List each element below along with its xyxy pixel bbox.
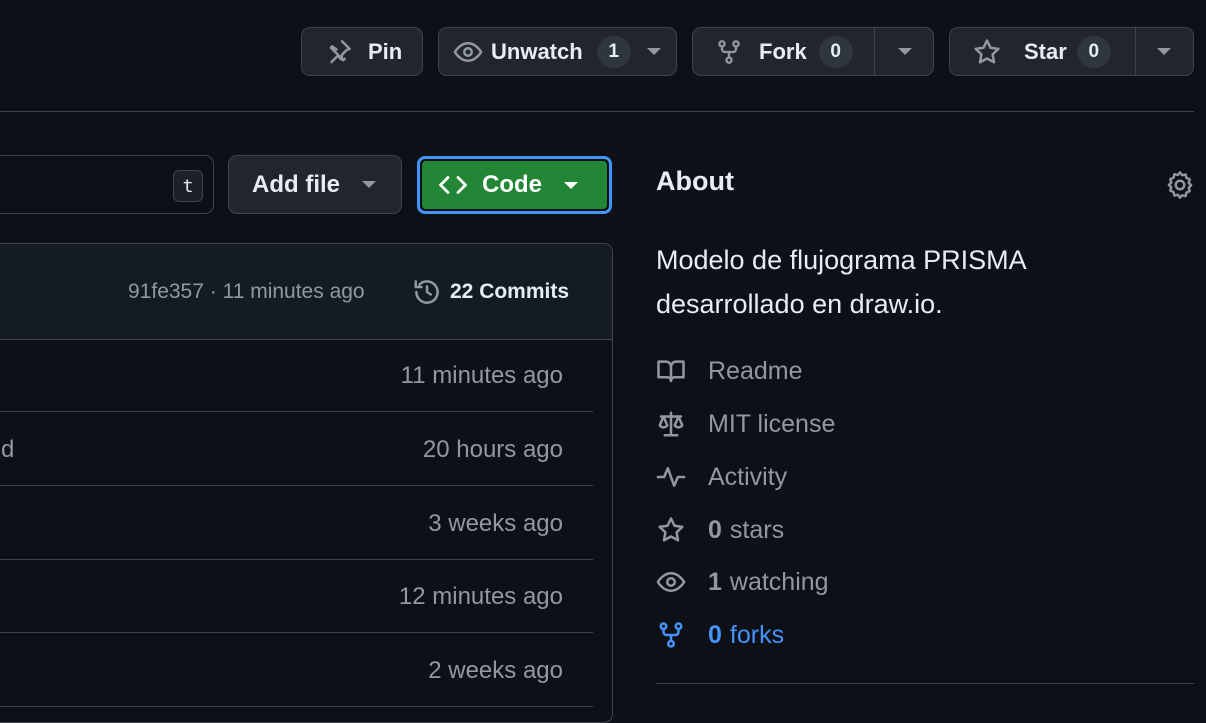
eye-icon — [453, 41, 483, 62]
star-icon — [658, 517, 684, 542]
chevron-left-right-icon — [439, 176, 467, 194]
scale-icon — [658, 411, 684, 437]
watch-label: Unwatch — [491, 38, 583, 64]
readme-label: Readme — [708, 356, 803, 385]
file-time: 11 minutes ago — [400, 361, 563, 389]
activity-label: Activity — [708, 462, 788, 491]
license-label: MIT license — [708, 409, 836, 438]
stars-count: 0 — [708, 515, 722, 544]
eye-icon — [656, 572, 686, 592]
star-count: 0 — [1076, 35, 1111, 68]
history-icon — [414, 279, 439, 304]
go-to-file-input[interactable]: t — [0, 155, 214, 214]
header-divider — [0, 111, 1194, 112]
description-line: desarrollado en draw.io. — [656, 289, 943, 319]
file-time: 3 weeks ago — [428, 509, 563, 537]
fork-divider — [874, 28, 875, 75]
file-row[interactable]: 12 minutes ago — [0, 560, 593, 633]
about-description: Modelo de flujograma PRISMA desarrollado… — [656, 238, 1027, 326]
watch-count: 1 — [596, 35, 631, 68]
gear-icon[interactable] — [1164, 169, 1196, 201]
star-dropdown-caret[interactable] — [1157, 48, 1171, 55]
forks-label: forks — [729, 620, 785, 649]
forks-count: 0 — [708, 620, 722, 649]
star-label: Star — [1024, 38, 1067, 64]
file-name[interactable]: md — [0, 413, 14, 486]
description-line: Modelo de flujograma PRISMA — [656, 245, 1027, 275]
caret-down-icon — [564, 181, 578, 189]
commits-label: 22 Commits — [450, 279, 570, 303]
shortcut-key: t — [173, 170, 203, 202]
file-row[interactable]: 2 weeks ago — [0, 634, 593, 707]
pin-label: Pin — [368, 38, 403, 64]
stars-label: stars — [729, 515, 785, 544]
caret-down-icon — [646, 48, 661, 55]
fork-icon — [659, 622, 683, 648]
about-title: About — [656, 166, 734, 196]
stars-link[interactable]: 0 stars — [656, 510, 784, 550]
license-link[interactable]: MIT license — [656, 404, 835, 444]
file-row[interactable]: md 20 hours ago — [0, 413, 593, 486]
caret-down-icon — [362, 181, 376, 188]
star-divider — [1135, 28, 1136, 75]
watching-count: 1 — [708, 567, 722, 596]
file-time: 20 hours ago — [422, 435, 563, 463]
fork-count: 0 — [818, 35, 853, 68]
pulse-icon — [656, 467, 686, 487]
activity-link[interactable]: Activity — [656, 457, 787, 497]
watching-link[interactable]: 1 watching — [656, 562, 829, 602]
fork-dropdown-caret[interactable] — [898, 48, 912, 55]
fork-button[interactable]: Fork 0 — [692, 27, 934, 76]
code-button[interactable]: Code — [417, 156, 612, 214]
watching-label: watching — [729, 567, 829, 596]
pin-icon — [329, 39, 351, 63]
pin-button[interactable]: Pin — [301, 27, 423, 76]
file-row[interactable]: 3 weeks ago — [0, 487, 593, 560]
forks-link[interactable]: 0 forks — [656, 615, 784, 655]
fork-icon — [718, 39, 740, 64]
file-table: 91fe357 · 11 minutes ago 22 Commits 11 m… — [0, 243, 613, 723]
file-time: 12 minutes ago — [398, 582, 563, 610]
about-divider — [656, 683, 1194, 684]
star-button[interactable]: Star 0 — [949, 27, 1194, 76]
code-label: Code — [482, 171, 542, 198]
add-file-label: Add file — [252, 170, 340, 198]
readme-link[interactable]: Readme — [656, 351, 803, 391]
file-row[interactable]: 11 minutes ago — [0, 339, 593, 412]
commit-bar: 91fe357 · 11 minutes ago 22 Commits — [0, 244, 612, 340]
file-time: 2 weeks ago — [428, 656, 563, 684]
star-icon — [974, 38, 1000, 63]
add-file-button[interactable]: Add file — [228, 155, 402, 214]
fork-label: Fork — [759, 38, 807, 64]
commits-link[interactable]: 22 Commits — [412, 244, 569, 339]
commit-hash-time[interactable]: 91fe357 · 11 minutes ago — [128, 244, 365, 339]
book-icon — [657, 360, 685, 383]
watch-button[interactable]: Unwatch 1 — [438, 27, 677, 76]
